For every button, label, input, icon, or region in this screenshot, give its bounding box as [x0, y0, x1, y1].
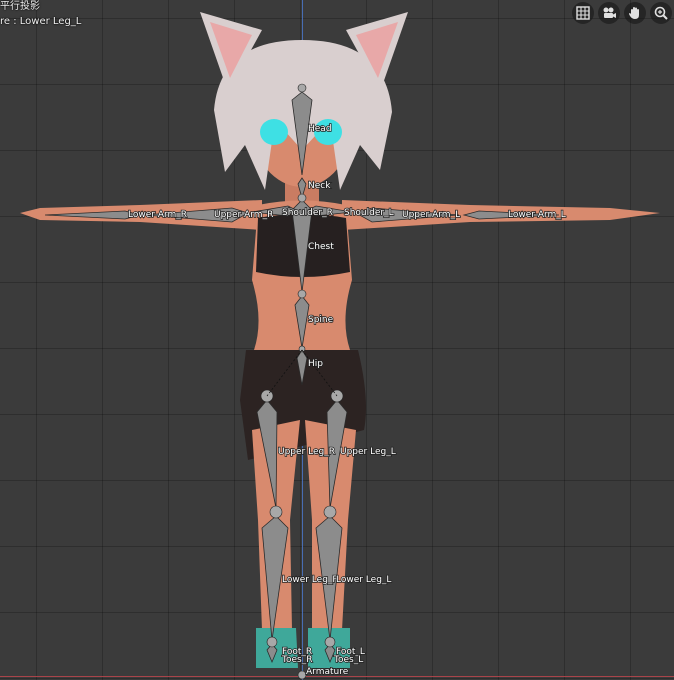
label-chest: Chest	[308, 242, 334, 252]
zoom-view-button[interactable]	[650, 2, 672, 24]
3d-viewport[interactable]: Head Neck Chest Spine Hip Shoulder_R Sho…	[0, 0, 674, 680]
label-lower-arm-r: Lower Arm_R	[128, 210, 187, 220]
hand-icon	[629, 7, 639, 19]
joint-neck	[297, 193, 307, 203]
armature-origin	[297, 670, 307, 680]
label-armature: Armature	[306, 667, 349, 677]
character-scene[interactable]: Head Neck Chest Spine Hip Shoulder_R Sho…	[0, 0, 674, 680]
label-hip: Hip	[308, 359, 323, 369]
label-toes-l: Toes_L	[333, 655, 363, 665]
label-upper-arm-l: Upper Arm_L	[402, 210, 460, 220]
zoom-icon	[654, 6, 668, 20]
label-lower-leg-l: Lower Leg_L	[336, 575, 391, 585]
label-shoulder-l: Shoulder_L	[344, 208, 394, 218]
camera-icon	[603, 7, 616, 18]
label-neck: Neck	[308, 181, 331, 191]
joint-chest	[297, 289, 307, 299]
toggle-grid-button[interactable]	[572, 2, 594, 24]
label-toes-r: Toes_R	[281, 655, 312, 665]
active-object-label: re : Lower Leg_L	[0, 16, 82, 27]
label-head: Head	[308, 124, 332, 134]
label-spine: Spine	[308, 315, 334, 325]
joint-knee-r	[269, 505, 283, 519]
joint-ankle-l	[324, 636, 336, 648]
label-upper-leg-r: Upper Leg_R	[278, 447, 335, 457]
pan-view-button[interactable]	[624, 2, 646, 24]
joint-hip	[298, 345, 306, 353]
joint-head	[297, 83, 307, 93]
navigation-gizmo-bar	[572, 2, 672, 24]
label-shoulder-r: Shoulder_R	[282, 208, 333, 218]
label-lower-arm-l: Lower Arm_L	[508, 210, 566, 220]
right-eye	[260, 119, 288, 145]
camera-view-button[interactable]	[598, 2, 620, 24]
view-projection-label: 平行投影	[0, 1, 40, 12]
grid-icon	[576, 6, 590, 20]
label-lower-leg-r: Lower Leg_R	[282, 575, 339, 585]
label-upper-arm-r: Upper Arm_R	[214, 210, 273, 220]
joint-ankle-r	[266, 636, 278, 648]
label-upper-leg-l: Upper Leg_L	[340, 447, 396, 457]
joint-knee-l	[323, 505, 337, 519]
